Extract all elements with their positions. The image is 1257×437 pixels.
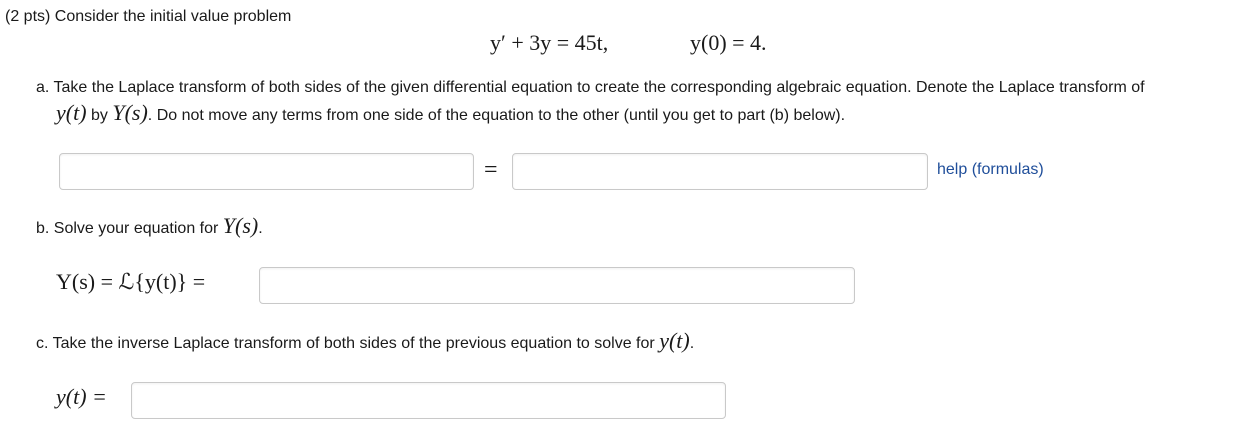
- part-c-lhs: y(t) =: [56, 384, 107, 409]
- part-b-instructions: b. Solve your equation for Y(s).: [36, 213, 263, 239]
- y-of-t-input[interactable]: [131, 382, 726, 419]
- part-a-instructions-line2: y(t) by Y(s). Do not move any terms from…: [56, 100, 845, 126]
- problem-intro: (2 pts) Consider the initial value probl…: [5, 8, 292, 25]
- math-Y-of-s: Y(s): [112, 100, 148, 125]
- part-b-lhs: Y(s) = ℒ{y(t)} =: [56, 269, 206, 294]
- help-formulas-link[interactable]: help (formulas): [937, 161, 1044, 179]
- math-y-of-t: y(t): [56, 100, 87, 125]
- part-b-text-end: .: [258, 220, 263, 237]
- by-word: by: [90, 107, 108, 124]
- part-c-text-end: .: [689, 335, 695, 352]
- math-Y-of-s-b: Y(s): [222, 213, 259, 238]
- math-y-of-t-c: y(t): [659, 328, 690, 353]
- laplace-lhs-input[interactable]: [59, 153, 474, 190]
- part-c-text: c. Take the inverse Laplace transform of…: [36, 335, 655, 352]
- part-c-instructions: c. Take the inverse Laplace transform of…: [36, 328, 694, 354]
- equals-sign: =: [484, 157, 498, 183]
- laplace-rhs-input[interactable]: [512, 153, 928, 190]
- part-a-instructions: a. Take the Laplace transform of both si…: [36, 79, 1145, 96]
- initial-condition: y(0) = 4.: [690, 30, 767, 55]
- part-b-text: b. Solve your equation for: [36, 220, 219, 237]
- ode-equation: y′ + 3y = 45t,: [490, 30, 609, 55]
- Y-of-s-input[interactable]: [259, 267, 855, 304]
- part-a-instructions-rest: . Do not move any terms from one side of…: [147, 107, 846, 124]
